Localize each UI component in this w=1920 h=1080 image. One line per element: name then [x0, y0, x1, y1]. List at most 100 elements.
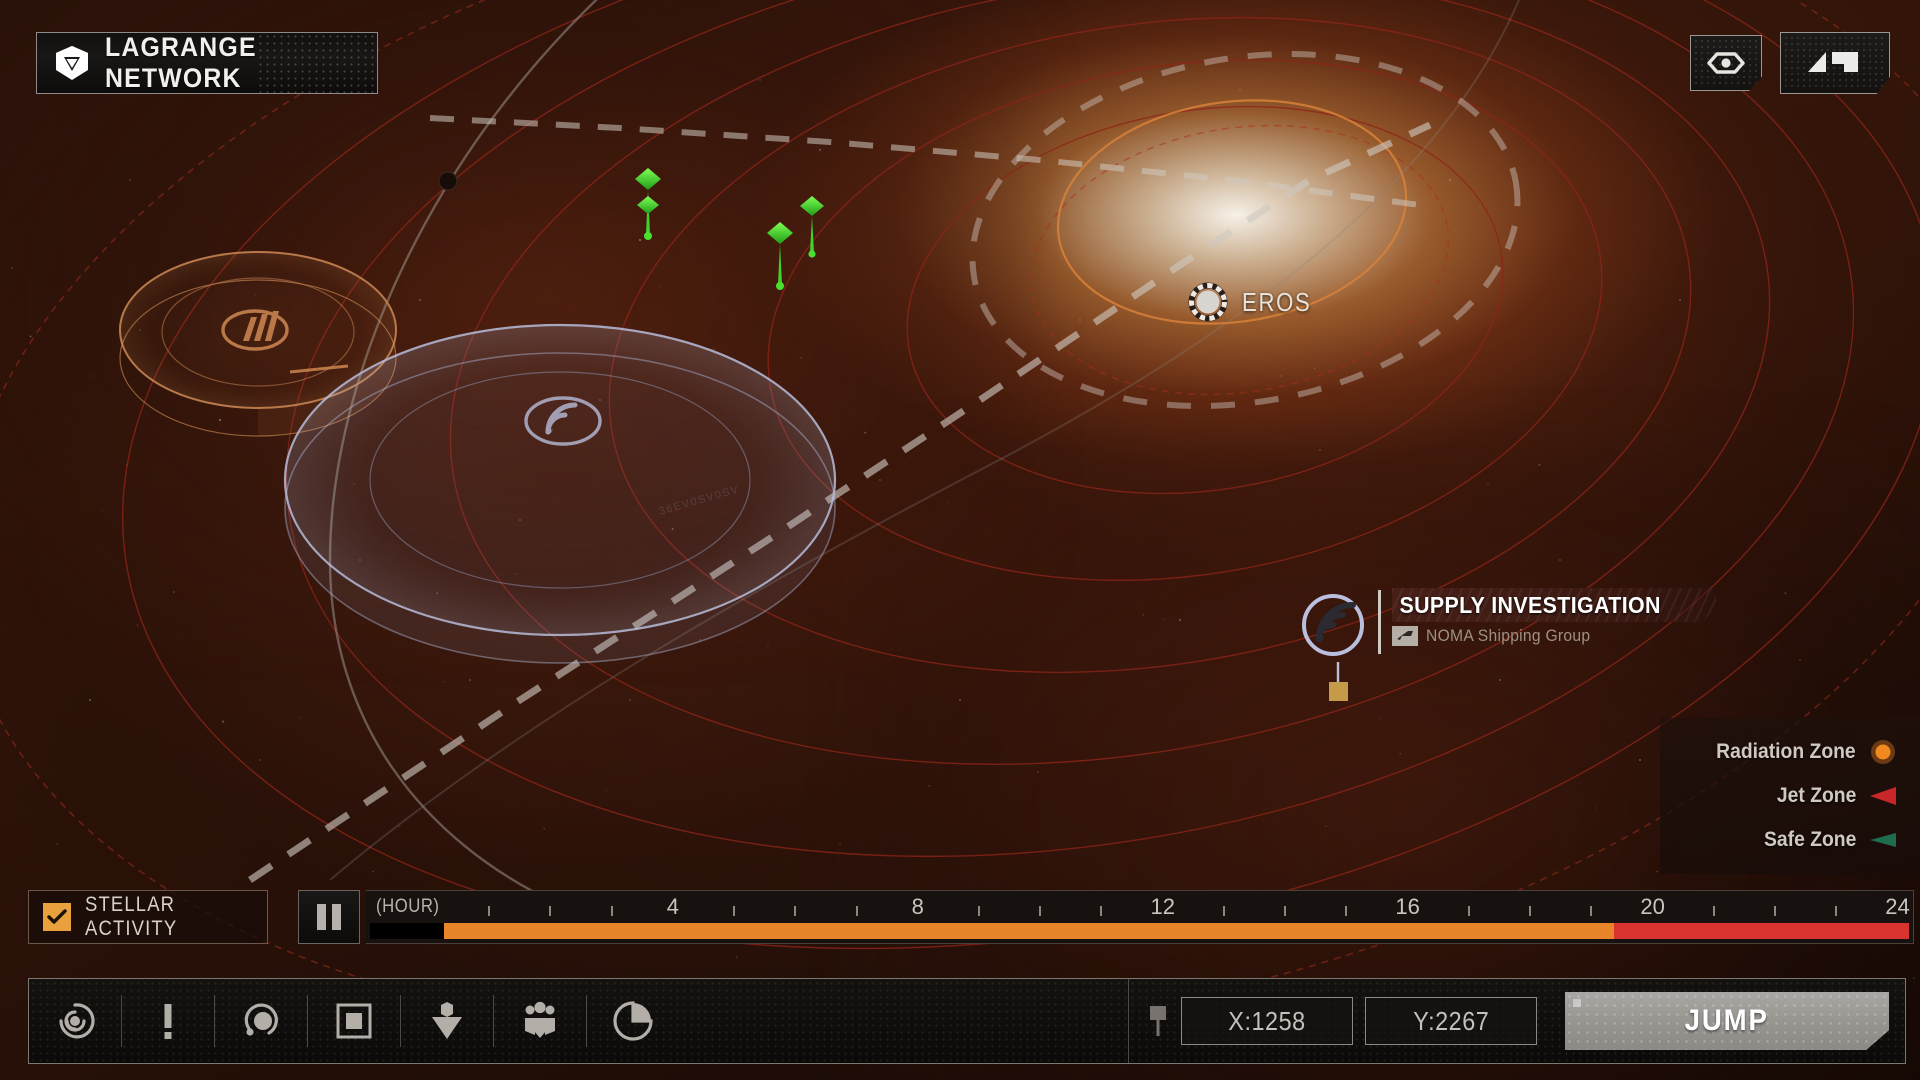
- pause-button[interactable]: [298, 890, 360, 944]
- timeline-activity-bar[interactable]: [370, 923, 1909, 939]
- timeline-minor-tick: [1774, 905, 1777, 916]
- mission-callout[interactable]: SUPPLY INVESTIGATION NOMA Shipping Group: [1300, 588, 1716, 658]
- planet-node[interactable]: [438, 171, 458, 191]
- timeline-segment-jet: [1614, 923, 1909, 939]
- timeline-minor-tick: [1284, 905, 1287, 916]
- stellar-activity-checkbox[interactable]: [43, 903, 71, 931]
- mission-text-block: SUPPLY INVESTIGATION NOMA Shipping Group: [1378, 588, 1716, 654]
- safe-zone-marker-icon: [1868, 827, 1898, 853]
- legend-label-safe: Safe Zone: [1763, 828, 1856, 851]
- statistics-button[interactable]: [587, 979, 679, 1063]
- signal-zone-blue[interactable]: 36EV0SV0SV: [283, 323, 837, 664]
- legend-label-radiation: Radiation Zone: [1716, 740, 1856, 763]
- timeline-minor-tick: [1039, 905, 1042, 916]
- radiation-zone-marker-icon: [1868, 739, 1898, 765]
- planet-orbit-button[interactable]: [215, 979, 307, 1063]
- toolbar-spacer: [679, 979, 1128, 1063]
- coordinate-y-value: Y:2267: [1412, 1005, 1490, 1036]
- timeline-segment-radiation: [443, 923, 1614, 939]
- base-button[interactable]: [308, 979, 400, 1063]
- timeline-major-tick: 24: [1885, 894, 1910, 919]
- legend-row-radiation: Radiation Zone: [1676, 739, 1898, 765]
- square-frame-icon: [336, 1003, 372, 1039]
- jump-button[interactable]: JUMP: [1565, 992, 1889, 1050]
- bottom-toolbar: X:1258 Y:2267 JUMP: [28, 978, 1906, 1064]
- zone-legend-panel: Radiation Zone Jet Zone Safe Zone: [1660, 718, 1920, 874]
- jump-button-label: JUMP: [1684, 1004, 1770, 1037]
- mission-faction-row: NOMA Shipping Group: [1392, 626, 1716, 646]
- alliance-button[interactable]: [494, 979, 586, 1063]
- pause-icon-bar-2: [332, 904, 341, 930]
- top-right-button-group: [1690, 32, 1890, 94]
- toolbar-icon-group: [29, 979, 679, 1063]
- stellar-activity-toggle[interactable]: STELLAR ACTIVITY: [28, 890, 268, 944]
- timeline-major-tick: 20: [1640, 894, 1665, 919]
- coordinate-y-input[interactable]: Y:2267: [1365, 997, 1537, 1045]
- alerts-button[interactable]: [122, 979, 214, 1063]
- mission-faction-text: NOMA Shipping Group: [1426, 626, 1591, 645]
- timeline-track[interactable]: (HOUR) 4 8 12 16 20 24: [366, 890, 1914, 944]
- mission-title-plate: SUPPLY INVESTIGATION: [1392, 588, 1716, 622]
- star-label-eros[interactable]: EROS: [1188, 282, 1324, 322]
- alliance-group-icon: [525, 1001, 555, 1038]
- jet-zone-marker-icon: [1868, 783, 1898, 809]
- app-title-text: LAGRANGE NETWORK: [105, 32, 257, 93]
- mission-node-marker[interactable]: [1329, 662, 1348, 701]
- star-orbit-dashed: [969, 51, 1521, 409]
- hyperlane-route-upper[interactable]: [429, 115, 1421, 208]
- pause-icon-bar-1: [317, 904, 326, 930]
- timeline-major-tick: 12: [1150, 894, 1175, 919]
- app-title-banner[interactable]: LAGRANGE NETWORK: [36, 32, 378, 94]
- timeline-minor-tick: [1222, 905, 1225, 916]
- coordinate-x-value: X:1258: [1228, 1005, 1306, 1036]
- timeline-minor-tick: [1712, 905, 1715, 916]
- timeline-minor-tick: [610, 905, 613, 916]
- check-icon: [47, 909, 67, 924]
- shield-diamond-icon: [53, 44, 91, 82]
- exclamation-icon: [164, 1004, 172, 1039]
- planet-orbit-icon: [244, 1003, 278, 1036]
- stellar-activity-timeline: (HOUR) 4 8 12 16 20 24: [298, 890, 1914, 944]
- galaxy-spiral-icon: [59, 1003, 95, 1039]
- jump-button-wrapper: JUMP: [1555, 979, 1905, 1063]
- timeline-major-tick: 8: [911, 894, 924, 919]
- timeline-unit-label: (HOUR): [376, 896, 440, 917]
- stellar-activity-label: STELLAR ACTIVITY: [85, 893, 178, 940]
- game-screen: 36EV0SV0SV LAGRANGE NETWORK EROS SUPPLY …: [0, 0, 1920, 1080]
- eye-icon: [1707, 52, 1745, 74]
- mission-accent-bar: [1378, 590, 1381, 654]
- timeline-major-tick: 4: [666, 894, 679, 919]
- pie-chart-icon: [613, 1001, 653, 1041]
- timeline-minor-tick: [1100, 905, 1103, 916]
- legend-row-jet: Jet Zone: [1676, 783, 1898, 809]
- timeline-minor-tick: [1345, 905, 1348, 916]
- timeline-minor-tick: [488, 905, 491, 916]
- timeline-minor-tick: [1835, 905, 1838, 916]
- legend-row-safe: Safe Zone: [1676, 827, 1898, 853]
- timeline-minor-tick: [1529, 905, 1532, 916]
- timeline-minor-tick: [977, 905, 980, 916]
- timeline-segment-elapsed: [370, 923, 444, 939]
- legend-label-jet: Jet Zone: [1776, 784, 1856, 807]
- map-view-toggle-button[interactable]: [1780, 32, 1890, 94]
- noma-badge-icon: [1392, 626, 1418, 646]
- signal-radar-icon: [1300, 592, 1366, 658]
- map-pin-icon: [1147, 1004, 1169, 1038]
- timeline-ruler: (HOUR) 4 8 12 16 20 24: [366, 891, 1913, 923]
- timeline-minor-tick: [855, 905, 858, 916]
- timeline-minor-tick: [794, 905, 797, 916]
- timeline-minor-tick: [1467, 905, 1470, 916]
- star-name-text: EROS: [1242, 286, 1312, 317]
- deploy-arrow-icon: [432, 1002, 462, 1039]
- timeline-minor-tick: [549, 905, 552, 916]
- galaxy-view-button[interactable]: [29, 979, 121, 1063]
- timeline-minor-tick: [733, 905, 736, 916]
- deploy-button[interactable]: [401, 979, 493, 1063]
- timeline-major-tick: 16: [1395, 894, 1420, 919]
- coordinate-x-input[interactable]: X:1258: [1181, 997, 1353, 1045]
- visibility-toggle-button[interactable]: [1690, 35, 1762, 91]
- mission-title-text: SUPPLY INVESTIGATION: [1399, 591, 1661, 618]
- dashed-ring-node-icon: [1188, 282, 1228, 322]
- minimap-icon: [1808, 52, 1858, 72]
- timeline-minor-tick: [1590, 905, 1593, 916]
